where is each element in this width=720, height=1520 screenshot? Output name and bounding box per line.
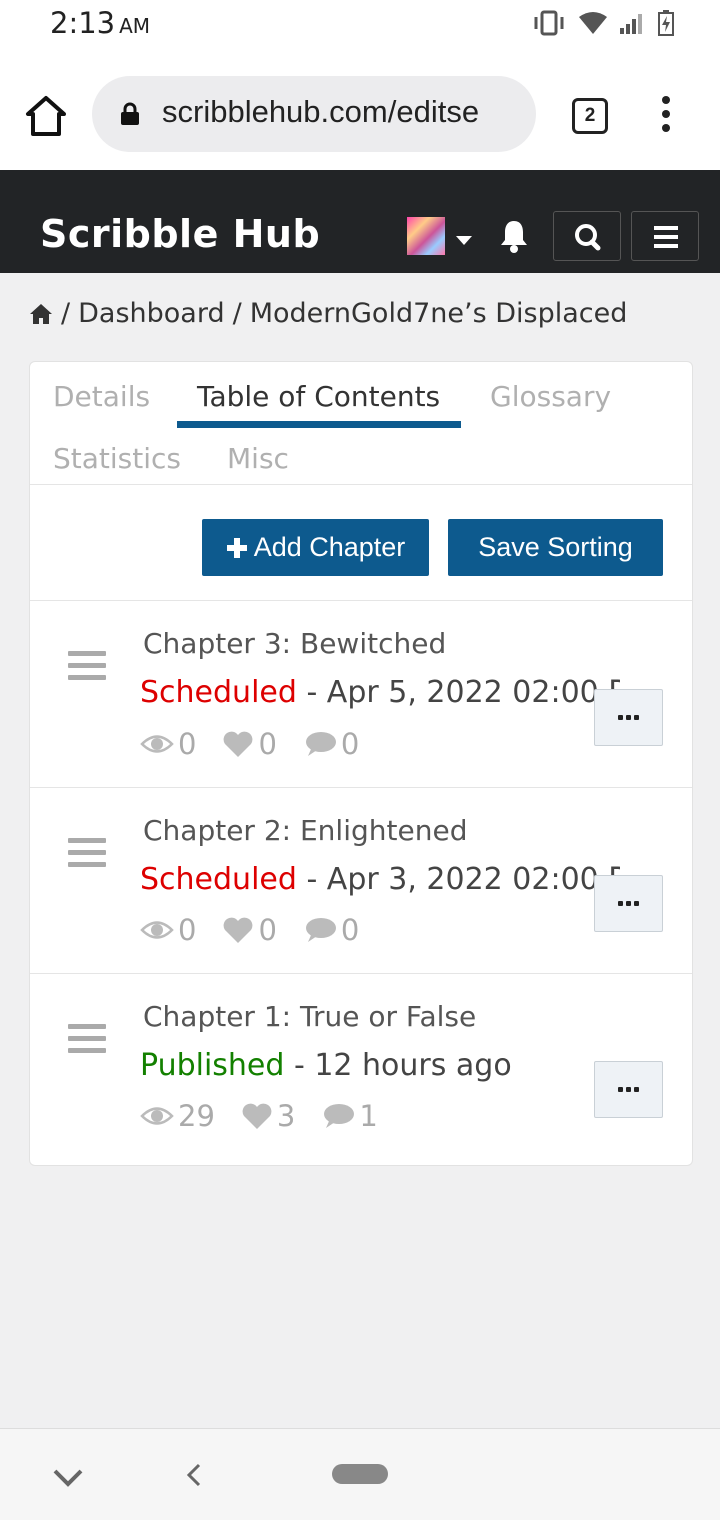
- tab-details[interactable]: Details: [53, 380, 150, 413]
- chapter-status-line: Scheduled - Apr 5, 2022 02:00 PM: [140, 675, 620, 710]
- status-icons: [532, 10, 674, 36]
- chapter-title[interactable]: Chapter 3: Bewitched: [143, 627, 446, 660]
- tab-misc[interactable]: Misc: [227, 442, 289, 475]
- signal-icon: [620, 14, 642, 34]
- chapter-options-button[interactable]: [594, 875, 663, 932]
- back-icon[interactable]: [184, 1462, 204, 1488]
- active-tab-indicator: [177, 421, 461, 428]
- tab-table-of-contents[interactable]: Table of Contents: [197, 380, 440, 413]
- chapter-status: Scheduled: [140, 675, 297, 710]
- url-text: scribblehub.com/editse: [162, 94, 480, 129]
- series-edit-card: Details Table of Contents Glossary Stati…: [29, 361, 693, 1166]
- chapter-stats: 29 3 1: [140, 1099, 404, 1133]
- vibrate-icon: [534, 10, 564, 36]
- home-pill[interactable]: [332, 1464, 388, 1484]
- chapter-title[interactable]: Chapter 2: Enlightened: [143, 814, 467, 847]
- tab-statistics[interactable]: Statistics: [53, 442, 181, 475]
- home-icon[interactable]: [24, 94, 68, 138]
- plus-icon: [226, 537, 247, 558]
- comment-icon: [305, 918, 336, 942]
- eye-icon: [140, 1107, 174, 1125]
- divider: [30, 484, 692, 485]
- chapter-status: Scheduled: [140, 862, 297, 897]
- chapter-title[interactable]: Chapter 1: True or False: [143, 1000, 476, 1033]
- chapter-stats: 0 0 0: [140, 727, 385, 761]
- likes-count: 3: [276, 1099, 296, 1133]
- browser-toolbar: scribblehub.com/editse 2: [0, 56, 720, 170]
- likes-stat: 0: [222, 727, 277, 761]
- comments-count: 0: [340, 913, 360, 947]
- views-count: 0: [178, 727, 197, 761]
- home-icon[interactable]: [29, 303, 53, 325]
- breadcrumb-current: ModernGold7ne’s Displaced: [249, 298, 628, 329]
- likes-stat: 3: [241, 1099, 295, 1133]
- avatar[interactable]: [407, 217, 445, 255]
- site-logo[interactable]: Scribble Hub: [40, 212, 320, 256]
- chapter-options-button[interactable]: [594, 1061, 663, 1118]
- status-clock: 2:13: [50, 6, 116, 40]
- url-bar[interactable]: scribblehub.com/editse: [92, 76, 536, 152]
- search-button[interactable]: [553, 211, 621, 261]
- heart-icon: [224, 731, 253, 757]
- chapter-stats: 0 0 0: [140, 913, 385, 947]
- add-chapter-label: Add Chapter: [253, 532, 406, 562]
- chapter-date: - Apr 5, 2022 02:00 PM: [296, 675, 620, 710]
- drag-handle-icon[interactable]: [68, 651, 106, 681]
- browser-menu-icon[interactable]: [660, 96, 672, 136]
- save-sorting-label: Save Sorting: [478, 532, 633, 562]
- likes-count: 0: [258, 913, 277, 947]
- nav-menu-button[interactable]: [631, 211, 699, 261]
- breadcrumb-separator: /: [61, 298, 71, 329]
- comments-count: 0: [340, 727, 360, 761]
- views-stat: 29: [140, 1099, 215, 1133]
- chapter-status-line: Scheduled - Apr 3, 2022 02:00 PM: [140, 862, 620, 897]
- bell-icon[interactable]: [498, 218, 530, 254]
- chapter-status: Published: [140, 1048, 285, 1083]
- views-stat: 0: [140, 727, 196, 761]
- status-bar: 2:13 AM: [0, 0, 720, 56]
- comments-stat: 0: [303, 727, 359, 761]
- comment-icon: [324, 1104, 355, 1128]
- status-time: 2:13 AM: [50, 6, 150, 40]
- eye-icon: [140, 735, 174, 753]
- wifi-icon: [579, 12, 607, 34]
- breadcrumb-separator: /: [232, 298, 242, 329]
- comments-count: 1: [359, 1099, 378, 1133]
- hamburger-icon: [654, 226, 678, 248]
- heart-icon: [224, 917, 253, 943]
- chapter-row: Chapter 1: True or False Published - 12 …: [30, 974, 692, 1160]
- add-chapter-button[interactable]: Add Chapter: [202, 519, 429, 576]
- heart-icon: [242, 1103, 272, 1129]
- lock-icon: [121, 102, 139, 125]
- chapter-date: - Apr 3, 2022 02:00 PM: [296, 862, 620, 897]
- eye-icon: [140, 921, 174, 939]
- chapter-options-button[interactable]: [594, 689, 663, 746]
- site-header: Scribble Hub: [0, 170, 720, 273]
- chapter-row: Chapter 2: Enlightened Scheduled - Apr 3…: [30, 788, 692, 974]
- save-sorting-button[interactable]: Save Sorting: [448, 519, 663, 576]
- views-stat: 0: [140, 913, 196, 947]
- breadcrumb-dashboard[interactable]: Dashboard: [78, 298, 224, 329]
- system-nav-bar: [0, 1428, 720, 1520]
- tab-switcher-button[interactable]: 2: [572, 98, 608, 134]
- battery-icon: [658, 10, 674, 36]
- breadcrumb: / Dashboard / ModernGold7ne’s Displaced: [29, 298, 627, 329]
- drag-handle-icon[interactable]: [68, 1024, 106, 1054]
- chapter-date: - 12 hours ago: [284, 1048, 512, 1083]
- comments-stat: 1: [321, 1099, 378, 1133]
- likes-stat: 0: [222, 913, 277, 947]
- comment-icon: [305, 732, 336, 756]
- chapter-status-line: Published - 12 hours ago: [140, 1048, 620, 1083]
- chevron-down-icon[interactable]: [52, 1467, 84, 1489]
- views-count: 29: [178, 1099, 215, 1133]
- views-count: 0: [178, 913, 197, 947]
- likes-count: 0: [258, 727, 277, 761]
- status-ampm: AM: [119, 14, 151, 38]
- tab-glossary[interactable]: Glossary: [490, 380, 611, 413]
- comments-stat: 0: [303, 913, 359, 947]
- chapter-row: Chapter 3: Bewitched Scheduled - Apr 5, …: [30, 601, 692, 787]
- search-icon: [575, 224, 601, 251]
- drag-handle-icon[interactable]: [68, 838, 106, 868]
- chevron-down-icon[interactable]: [456, 236, 472, 245]
